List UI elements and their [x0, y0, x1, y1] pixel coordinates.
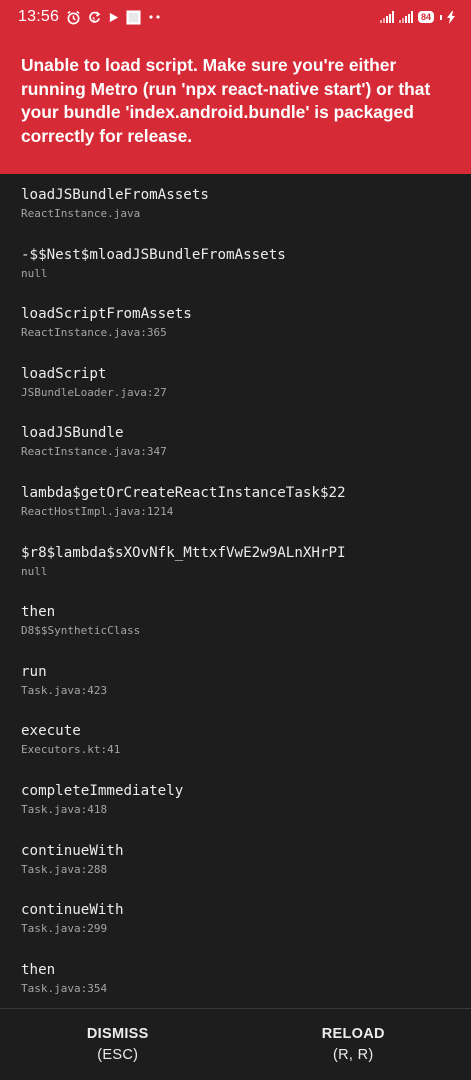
image-icon — [126, 9, 141, 25]
stack-frame[interactable]: loadJSBundle ReactInstance.java:347 — [21, 422, 471, 482]
stack-frame-method: execute — [21, 723, 81, 740]
stack-frame-file: null — [21, 564, 48, 578]
svg-text:$: $ — [92, 16, 96, 22]
stack-frame[interactable]: execute Executors.kt:41 — [21, 720, 471, 780]
alarm-icon — [66, 10, 81, 25]
stack-frame-file: ReactHostImpl.java:1214 — [21, 504, 174, 518]
stack-frame[interactable]: $r8$lambda$sXOvNfk_MttxfVwE2w9ALnXHrPInu… — [21, 542, 471, 602]
stack-frame-method: then — [21, 961, 56, 978]
stack-frame-file: Task.java:418 — [21, 802, 108, 816]
redbox-error-screen: 13:56 $ 84 Unable to load script. Make s… — [0, 0, 471, 1080]
charging-icon — [447, 10, 455, 24]
stack-frame[interactable]: loadJSBundleFromAssets ReactInstance.java — [21, 184, 471, 244]
dismiss-label: DISMISS — [86, 1026, 149, 1042]
stack-frame-method: loadScript — [21, 365, 107, 382]
dismiss-button[interactable]: DISMISS (ESC) — [0, 1009, 236, 1080]
battery-cap — [440, 14, 442, 20]
stack-frame-file: D8$$SyntheticClass — [21, 624, 141, 638]
reload-label: RELOAD — [321, 1026, 385, 1042]
stack-frame-method: loadJSBundle — [21, 425, 124, 442]
stack-frame-file: ReactInstance.java — [21, 207, 141, 220]
stack-frame-file: Task.java:354 — [21, 981, 108, 995]
stack-frame-method: completeImmediately — [21, 782, 184, 799]
status-time: 13:56 — [18, 8, 60, 25]
stack-frame-method: -$$Nest$mloadJSBundleFromAssets — [21, 246, 286, 263]
stack-frame-file: null — [21, 266, 48, 280]
play-icon — [108, 12, 119, 23]
stack-frame-file: Task.java:288 — [21, 862, 108, 876]
stack-frame[interactable]: continueWith Task.java:288 — [21, 840, 471, 900]
stack-frame-method: $r8$lambda$sXOvNfk_MttxfVwE2w9ALnXHrPI — [21, 544, 346, 561]
stack-frame-method: continueWith — [21, 842, 124, 859]
stack-frame-file: Task.java:299 — [21, 922, 108, 936]
status-bar: 13:56 $ 84 — [0, 0, 471, 34]
battery-icon: 84 — [417, 11, 434, 23]
stack-frame[interactable]: -$$Nest$mloadJSBundleFromAssets null — [21, 244, 471, 304]
stack-frame-file: ReactInstance.java:365 — [21, 326, 167, 340]
stack-frame-file: JSBundleLoader.java:27 — [21, 385, 167, 399]
stack-frame-method: then — [21, 604, 56, 621]
stack-frame-file: ReactInstance.java:347 — [21, 445, 167, 459]
reload-button[interactable]: RELOAD (R, R) — [236, 1009, 471, 1080]
stack-frame-method: run — [21, 663, 47, 680]
stack-frame-method: loadScriptFromAssets — [21, 306, 192, 323]
stack-frame[interactable]: lambda$getOrCreateReactInstanceTask$22 Re… — [21, 482, 471, 542]
stack-frame[interactable]: continueWith Task.java:299 — [21, 899, 471, 959]
stack-frame-file: Executors.kt:41 — [21, 743, 121, 757]
footer-buttons: DISMISS (ESC) RELOAD (R, R) — [0, 1008, 471, 1080]
stack-trace-list[interactable]: loadJSBundleFromAssets ReactInstance.java… — [0, 174, 471, 1008]
stack-frame-file: Task.java:423 — [21, 683, 108, 697]
error-header: Unable to load script. Make sure you're … — [0, 34, 471, 174]
sync-icon: $ — [88, 10, 101, 25]
signal-icon — [398, 11, 413, 23]
dismiss-shortcut: (ESC) — [97, 1047, 139, 1063]
stack-frame[interactable]: run Task.java:423 — [21, 661, 471, 721]
stack-frame-method: lambda$getOrCreateReactInstanceTask$22 — [21, 484, 346, 501]
battery-level: 84 — [420, 12, 431, 22]
stack-frame[interactable]: completeImmediately Task.java:418 — [21, 780, 471, 840]
reload-shortcut: (R, R) — [333, 1047, 374, 1063]
stack-frame[interactable]: then D8$$SyntheticClass — [21, 601, 471, 661]
error-message: Unable to load script. Make sure you're … — [21, 55, 431, 146]
stack-frame-method: continueWith — [21, 902, 124, 919]
signal-icon — [379, 11, 394, 23]
stack-frame[interactable]: loadScriptFromAssets ReactInstance.java:3… — [21, 303, 471, 363]
more-dots-icon — [148, 14, 162, 20]
stack-frame-method: loadJSBundleFromAssets — [21, 187, 209, 203]
stack-frame[interactable]: then Task.java:354 — [21, 959, 471, 1008]
stack-frame[interactable]: loadScript JSBundleLoader.java:27 — [21, 363, 471, 423]
